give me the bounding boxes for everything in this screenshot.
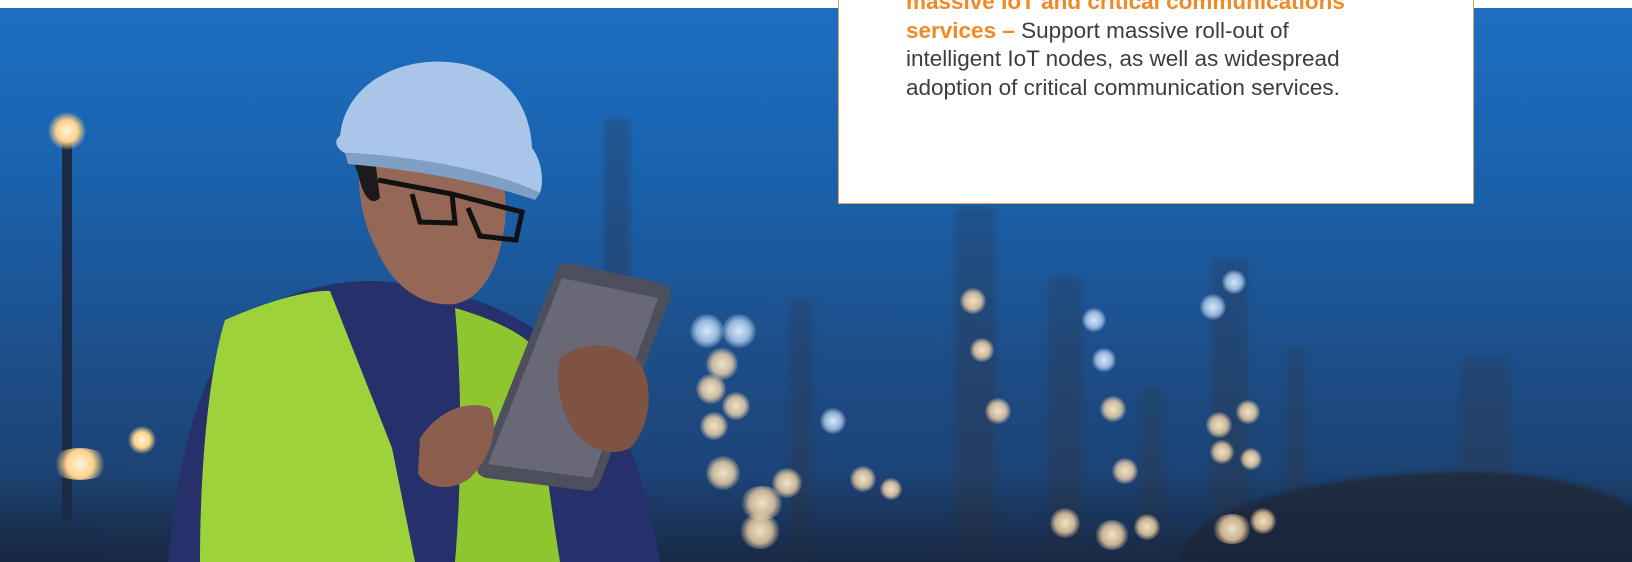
info-card-text: massive IoT and critical communications … — [906, 0, 1386, 102]
page: massive IoT and critical communications … — [0, 0, 1632, 562]
info-card: massive IoT and critical communications … — [838, 0, 1474, 204]
